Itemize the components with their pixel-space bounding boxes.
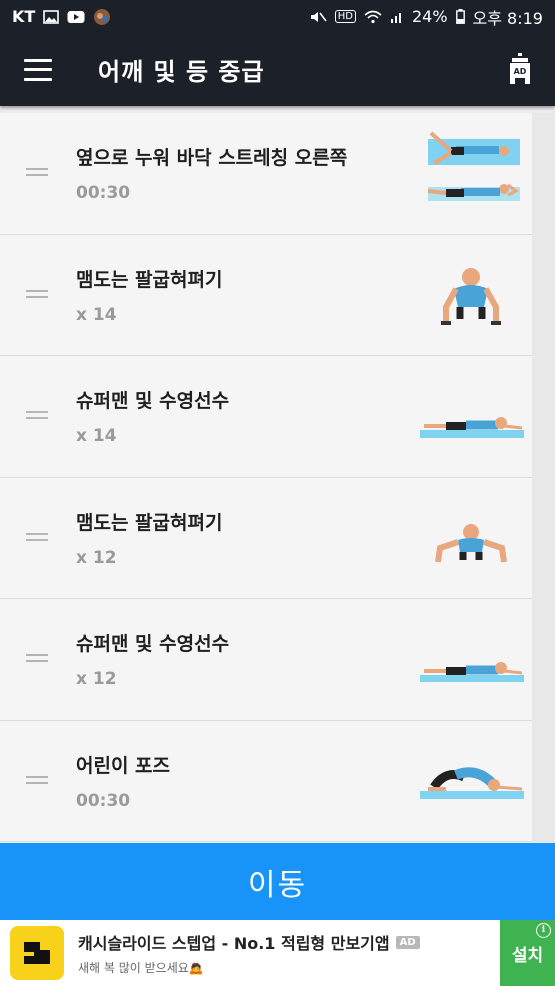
go-button[interactable]: 이동	[0, 843, 555, 920]
battery-icon	[455, 9, 465, 24]
exercise-name: 맴도는 팔굽혀펴기	[76, 268, 223, 291]
exercise-row[interactable]: 슈퍼맨 및 수영선수 x 14	[0, 356, 532, 478]
exercise-list[interactable]: 옆으로 누워 바닥 스트레칭 오른쪽 00:30 맴도는 팔굽혀펴기 x 14	[0, 113, 532, 843]
menu-line	[24, 68, 52, 71]
mute-vibrate-icon	[310, 11, 327, 22]
carrier-label: KT	[12, 7, 36, 26]
screen: KT HD 24% 오후 8:19 어깨 및 등 중급 AD 옆으로 누워 바닥…	[0, 0, 555, 986]
scrollbar[interactable]	[532, 113, 555, 843]
drag-handle-icon[interactable]	[26, 168, 48, 178]
exercise-reps: x 14	[76, 426, 117, 446]
exercise-reps: x 12	[76, 669, 117, 689]
exercise-name: 어린이 포즈	[76, 754, 171, 777]
status-bar: KT HD 24% 오후 8:19	[0, 0, 555, 33]
drag-handle-icon[interactable]	[26, 532, 48, 543]
page-title: 어깨 및 등 중급	[98, 58, 265, 86]
child-pose-illustration	[420, 766, 524, 799]
remove-ads-icon[interactable]: AD	[507, 53, 533, 85]
ad-info-icon[interactable]: i	[536, 923, 551, 938]
hamburger-menu-icon[interactable]	[24, 58, 52, 81]
gallery-icon	[43, 9, 60, 24]
status-left: KT	[12, 7, 111, 26]
exercise-row[interactable]: 어린이 포즈 00:30	[0, 720, 532, 842]
exercise-name: 슈퍼맨 및 수영선수	[76, 633, 230, 655]
exercise-duration: 00:30	[76, 790, 131, 811]
superman-illustration	[420, 417, 524, 438]
app-bar: 어깨 및 등 중급 AD	[0, 33, 555, 106]
drag-handle-icon[interactable]	[26, 411, 48, 421]
ad-text[interactable]: 캐시슬라이드 스텝업 - No.1 적립형 만보기앱 AD 새해 복 많이 받으…	[78, 930, 500, 976]
wifi-icon	[364, 10, 382, 23]
side-lying-stretch-illustration	[427, 131, 520, 201]
youtube-icon	[67, 10, 85, 23]
signal-icon	[390, 12, 401, 23]
hd-voice-icon: HD	[334, 10, 356, 23]
drag-handle-icon[interactable]	[26, 289, 48, 300]
drag-handle-icon[interactable]	[26, 654, 48, 664]
exercise-row[interactable]: 슈퍼맨 및 수영선수 x 12	[0, 599, 532, 721]
exercise-reps: x 14	[76, 304, 117, 325]
battery-percent: 24%	[411, 7, 448, 26]
install-label: 설치	[511, 945, 544, 966]
ad-tag: AD	[395, 935, 420, 949]
status-right: HD 24% 오후 8:19	[309, 5, 543, 29]
ad-banner[interactable]: 캐시슬라이드 스텝업 - No.1 적립형 만보기앱 AD 새해 복 많이 받으…	[0, 920, 555, 986]
cashslide-logo-icon	[10, 926, 64, 980]
ad-title: 캐시슬라이드 스텝업 - No.1 적립형 만보기앱 AD	[78, 930, 500, 954]
ad-subtitle: 새해 복 많이 받으세요🙇	[78, 961, 204, 975]
exercise-name: 슈퍼맨 및 수영선수	[76, 390, 230, 412]
exercise-name: 맴도는 팔굽혀펴기	[76, 511, 223, 534]
ad-title-text: 캐시슬라이드 스텝업 - No.1 적립형 만보기앱	[78, 934, 390, 953]
drag-handle-icon[interactable]	[26, 775, 48, 786]
exercise-duration: 00:30	[76, 183, 131, 203]
clock: 오후 8:19	[472, 8, 543, 28]
pushup-illustration	[435, 523, 507, 562]
install-button[interactable]: 설치 i	[500, 920, 555, 986]
superman-illustration	[420, 662, 524, 682]
pushup-illustration	[441, 267, 501, 325]
exercise-row[interactable]: 맴도는 팔굽혀펴기 x 12	[0, 477, 532, 599]
exercise-reps: x 12	[76, 547, 117, 568]
menu-line	[24, 58, 52, 62]
remove-ads-label: AD	[514, 67, 527, 76]
cashslide-logo-icon	[24, 942, 50, 964]
menu-line	[24, 77, 52, 81]
exercise-row[interactable]: 맴도는 팔굽혀펴기 x 14	[0, 234, 532, 356]
avatar-notification-icon	[94, 8, 111, 25]
exercise-name: 옆으로 누워 바닥 스트레칭 오른쪽	[76, 147, 348, 169]
exercise-row[interactable]: 옆으로 누워 바닥 스트레칭 오른쪽 00:30	[0, 113, 532, 235]
